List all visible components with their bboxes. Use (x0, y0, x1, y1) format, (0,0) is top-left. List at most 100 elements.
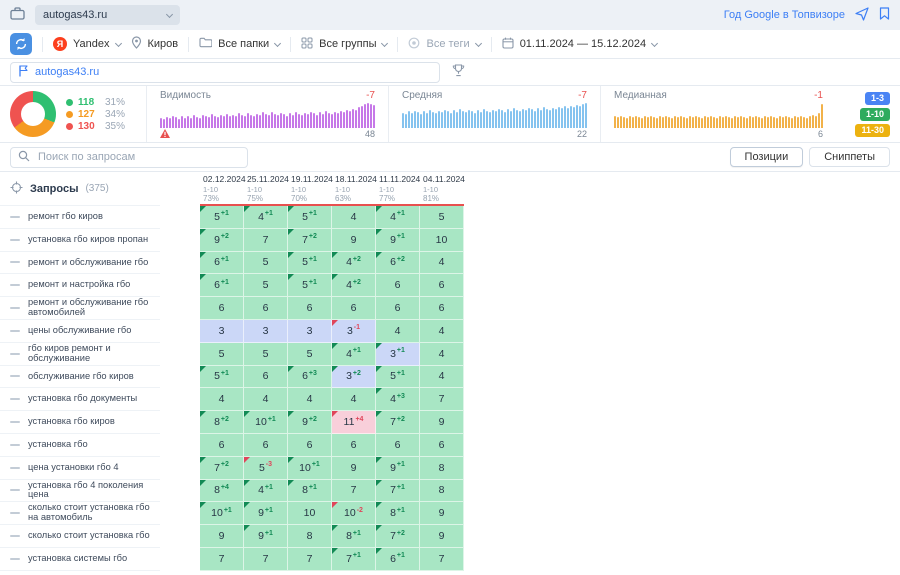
position-cell[interactable]: 8 (420, 480, 464, 503)
drag-handle-icon[interactable] (10, 239, 20, 241)
position-cell[interactable]: 4 (200, 388, 244, 411)
position-cell[interactable]: 5+1 (288, 274, 332, 297)
drag-handle-icon[interactable] (10, 330, 20, 332)
position-cell[interactable]: 6 (332, 297, 376, 320)
projects-icon[interactable] (10, 7, 25, 23)
query-row[interactable]: установка гбо документы (0, 388, 160, 411)
date-column-header[interactable]: 25.11.20241-1075% (244, 172, 288, 204)
position-cell[interactable]: 8+2 (200, 411, 244, 434)
position-cell[interactable]: 8 (420, 457, 464, 480)
position-cell[interactable]: 3 (244, 320, 288, 343)
date-column-header[interactable]: 11.11.20241-1077% (376, 172, 420, 204)
drag-handle-icon[interactable] (10, 467, 20, 469)
query-search-box[interactable] (10, 147, 248, 168)
legend-row[interactable]: 130 35% (66, 121, 125, 132)
position-cell[interactable]: 9 (200, 525, 244, 548)
position-cell[interactable]: 10+1 (200, 502, 244, 525)
position-cell[interactable]: 5 (200, 343, 244, 366)
position-cell[interactable]: 9+1 (376, 457, 420, 480)
position-cell[interactable]: 6 (420, 297, 464, 320)
bookmark-icon[interactable] (879, 7, 890, 23)
drag-handle-icon[interactable] (10, 353, 20, 355)
position-cell[interactable]: 4 (332, 388, 376, 411)
positions-button[interactable]: Позиции (730, 147, 804, 167)
position-cell[interactable]: 3 (200, 320, 244, 343)
position-cell[interactable]: 9+1 (376, 229, 420, 252)
position-cell[interactable]: 5+1 (200, 366, 244, 389)
position-cell[interactable]: 3+2 (332, 366, 376, 389)
position-cell[interactable]: 5+1 (200, 206, 244, 229)
position-cell[interactable]: 7+2 (376, 411, 420, 434)
position-cell[interactable]: 7+2 (288, 229, 332, 252)
search-engine-select[interactable]: Я Yandex (53, 37, 121, 51)
position-cell[interactable]: 4+1 (244, 480, 288, 503)
position-cell[interactable]: 5 (420, 206, 464, 229)
folders-select[interactable]: Все папки (199, 37, 280, 51)
position-cell[interactable]: 6 (244, 366, 288, 389)
position-cell[interactable]: 4+1 (244, 206, 288, 229)
position-cell[interactable]: 9+2 (200, 229, 244, 252)
position-cell[interactable]: 4 (332, 206, 376, 229)
query-row[interactable]: ремонт и обслуживание гбо автомобилей (0, 297, 160, 320)
date-range-select[interactable]: 01.11.2024 — 15.12.2024 (502, 37, 657, 52)
drag-handle-icon[interactable] (10, 216, 20, 218)
query-row[interactable]: ремонт гбо киров (0, 206, 160, 229)
position-cell[interactable]: 6 (244, 434, 288, 457)
position-cell[interactable]: 4 (288, 388, 332, 411)
position-cell[interactable]: 10+1 (244, 411, 288, 434)
search-input[interactable] (36, 150, 240, 164)
refresh-positions-button[interactable] (10, 33, 32, 55)
position-cell[interactable]: 10-2 (332, 502, 376, 525)
drag-handle-icon[interactable] (10, 421, 20, 423)
date-column-header[interactable]: 19.11.20241-1070% (288, 172, 332, 204)
position-cell[interactable]: 5 (244, 252, 288, 275)
position-cell[interactable]: 9+2 (288, 411, 332, 434)
position-cell[interactable]: 8 (288, 525, 332, 548)
drag-handle-icon[interactable] (10, 398, 20, 400)
position-cell[interactable]: 5+1 (288, 206, 332, 229)
position-cell[interactable]: 4 (420, 320, 464, 343)
position-cell[interactable]: 6 (200, 297, 244, 320)
position-cell[interactable]: 7 (244, 548, 288, 571)
position-cell[interactable]: 8+1 (288, 480, 332, 503)
drag-handle-icon[interactable] (10, 284, 20, 286)
promo-link[interactable]: Год Google в Топвизоре (724, 9, 845, 21)
query-row[interactable]: установка гбо киров (0, 411, 160, 434)
query-row[interactable]: ремонт и настройка гбо (0, 274, 160, 297)
position-cell[interactable]: 6 (200, 434, 244, 457)
position-cell[interactable]: 6+2 (376, 252, 420, 275)
drag-handle-icon[interactable] (10, 535, 20, 537)
queries-header[interactable]: Запросы (375) (0, 172, 160, 206)
legend-row[interactable]: 127 34% (66, 109, 125, 120)
position-cell[interactable]: 6+1 (376, 548, 420, 571)
region-select[interactable]: Киров (131, 36, 179, 52)
query-row[interactable]: ремонт и обслуживание гбо (0, 252, 160, 275)
position-cell[interactable]: 6 (420, 274, 464, 297)
position-cell[interactable]: 5 (288, 343, 332, 366)
date-column-header[interactable]: 18.11.20241-1063% (332, 172, 376, 204)
range-badge[interactable]: 11-30 (855, 124, 890, 137)
sparkline[interactable] (160, 103, 375, 128)
position-cell[interactable]: 9 (420, 525, 464, 548)
position-cell[interactable]: 8+4 (200, 480, 244, 503)
position-cell[interactable]: 11+4 (332, 411, 376, 434)
drag-handle-icon[interactable] (10, 261, 20, 263)
date-column-header[interactable]: 04.11.20241-1081% (420, 172, 464, 204)
position-cell[interactable]: 7 (288, 548, 332, 571)
position-cell[interactable]: 7 (244, 229, 288, 252)
position-cell[interactable]: 6 (376, 274, 420, 297)
query-row[interactable]: сколько стоит установка гбо (0, 525, 160, 548)
position-cell[interactable]: 9 (420, 411, 464, 434)
range-badge[interactable]: 1-3 (865, 92, 890, 105)
position-cell[interactable]: 4 (376, 320, 420, 343)
position-cell[interactable]: 6 (332, 434, 376, 457)
drag-handle-icon[interactable] (10, 444, 20, 446)
trophy-icon[interactable] (452, 64, 465, 80)
position-cell[interactable]: 6 (376, 297, 420, 320)
position-cell[interactable]: 10 (288, 502, 332, 525)
project-select[interactable]: autogas43.ru (35, 5, 180, 25)
query-row[interactable]: гбо киров ремонт и обслуживание (0, 343, 160, 366)
position-cell[interactable]: 7 (420, 388, 464, 411)
drag-handle-icon[interactable] (10, 375, 20, 377)
tags-select[interactable]: Все теги (408, 37, 480, 52)
